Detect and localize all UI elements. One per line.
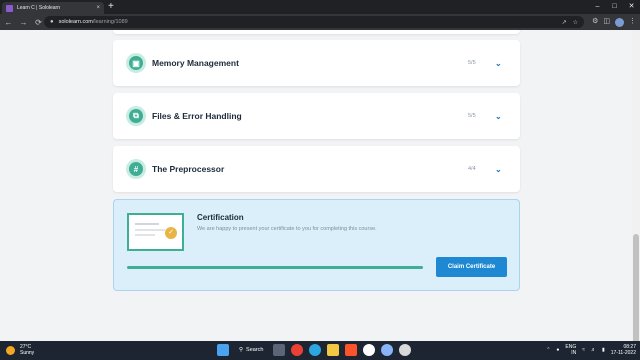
wifi-icon[interactable]: ≈ (582, 347, 585, 353)
chevron-down-icon[interactable]: ⌄ (495, 112, 502, 121)
url-host: sololearn.com (58, 19, 93, 25)
files-icon: ⧉ (126, 106, 146, 126)
back-icon[interactable]: ← (2, 18, 15, 27)
url-path: /learning/1089 (92, 19, 128, 25)
clock[interactable]: 08:27 17-11-2022 (611, 344, 636, 356)
certificate-line (135, 234, 155, 236)
course-progress-fill (127, 266, 423, 269)
certificate-line (135, 229, 165, 231)
module-progress: 5/5 (468, 60, 476, 66)
telegram-icon[interactable] (309, 344, 322, 356)
windows-start-icon[interactable] (217, 344, 229, 356)
share-icon[interactable]: ↗ (562, 19, 567, 26)
extensions-icon[interactable]: ⚙ (592, 16, 598, 28)
files-icon-symbol: ⧉ (129, 109, 143, 123)
chrome-icon[interactable] (291, 344, 304, 356)
app-icon[interactable] (399, 344, 412, 356)
page-scrollbar[interactable] (632, 30, 640, 360)
browser-tab[interactable]: Learn C | Sololearn × (2, 2, 104, 14)
tab-close-icon[interactable]: × (96, 5, 100, 11)
search-icon: ⚲ (239, 347, 244, 353)
certification-card: ✓ Certification We are happy to present … (113, 199, 520, 291)
certificate-line (135, 223, 159, 225)
page-content: ▣ Memory Management 5/5 ⌄ ⧉ Files & Erro… (0, 30, 632, 341)
module-progress: 5/5 (468, 113, 476, 119)
certification-description: We are happy to present your certificate… (197, 226, 377, 232)
weather-widget[interactable]: 27°C Sunny (6, 344, 34, 356)
sidepanel-icon[interactable]: ◫ (603, 16, 610, 28)
file-explorer-icon[interactable] (327, 344, 340, 356)
microphone-icon[interactable]: ● (556, 347, 559, 353)
medal-icon: ✓ (165, 227, 177, 239)
module-card-the-preprocessor[interactable]: # The Preprocessor 4/4 ⌄ (113, 146, 520, 192)
language-indicator[interactable]: ENG IN (565, 344, 576, 356)
certificate-icon: ✓ (127, 213, 184, 251)
course-progress-bar (127, 266, 423, 269)
volume-icon[interactable]: ♬ (591, 347, 596, 353)
menu-icon[interactable]: ⋮ (629, 16, 636, 28)
windows-taskbar: 27°C Sunny ⚲ Search ⌃ ● ENG IN ≈ ♬ ▮ 08:… (0, 341, 640, 360)
module-title: Files & Error Handling (152, 111, 242, 121)
module-title: Memory Management (152, 58, 239, 68)
search-label: Search (246, 347, 264, 353)
bookmark-star-icon[interactable]: ☆ (573, 19, 578, 26)
module-progress: 4/4 (468, 166, 476, 172)
close-window-button[interactable]: ✕ (623, 0, 640, 14)
hash-icon: # (126, 159, 146, 179)
tray-chevron-icon[interactable]: ⌃ (546, 347, 550, 353)
browser-toolbar: ← → ⟳ ● sololearn.com /learning/1089 ↗ ☆… (0, 14, 640, 30)
module-title: The Preprocessor (152, 164, 225, 174)
memory-icon: ▣ (126, 53, 146, 73)
taskbar-search[interactable]: ⚲ Search (235, 344, 267, 356)
certification-title: Certification (197, 213, 244, 222)
brave-icon[interactable] (345, 344, 358, 356)
module-card-memory-management[interactable]: ▣ Memory Management 5/5 ⌄ (113, 40, 520, 86)
profile-avatar[interactable] (615, 17, 624, 27)
forward-icon[interactable]: → (17, 18, 30, 27)
maximize-button[interactable]: □ (606, 0, 623, 14)
browser-tab-bar: Learn C | Sololearn × + – □ ✕ (0, 0, 640, 14)
claim-certificate-button[interactable]: Claim Certificate (436, 257, 507, 277)
battery-icon[interactable]: ▮ (602, 347, 605, 353)
tab-title: Learn C | Sololearn (17, 5, 60, 11)
chevron-down-icon[interactable]: ⌄ (495, 165, 502, 174)
memory-icon-symbol: ▣ (129, 56, 143, 70)
address-bar[interactable]: ● sololearn.com /learning/1089 ↗ ☆ (44, 16, 584, 28)
system-tray: ⌃ ● ENG IN ≈ ♬ ▮ 08:27 17-11-2022 (546, 344, 636, 356)
previous-module-card (113, 30, 520, 34)
chrome-active-icon[interactable] (381, 344, 394, 356)
chevron-down-icon[interactable]: ⌄ (495, 59, 502, 68)
sololearn-favicon (6, 4, 13, 12)
weather-condition: Sunny (20, 350, 35, 356)
minimize-button[interactable]: – (589, 0, 606, 14)
taskbar-apps: ⚲ Search (217, 344, 412, 356)
module-card-files-error-handling[interactable]: ⧉ Files & Error Handling 5/5 ⌄ (113, 93, 520, 139)
clock-date: 17-11-2022 (610, 350, 636, 356)
task-view-icon[interactable] (273, 344, 286, 356)
lock-icon: ● (50, 19, 54, 25)
new-tab-button[interactable]: + (108, 1, 114, 13)
sun-icon (6, 345, 15, 355)
region-code: IN (571, 350, 577, 356)
media-player-icon[interactable] (363, 344, 376, 356)
hash-icon-symbol: # (129, 162, 143, 176)
window-controls: – □ ✕ (589, 0, 640, 14)
